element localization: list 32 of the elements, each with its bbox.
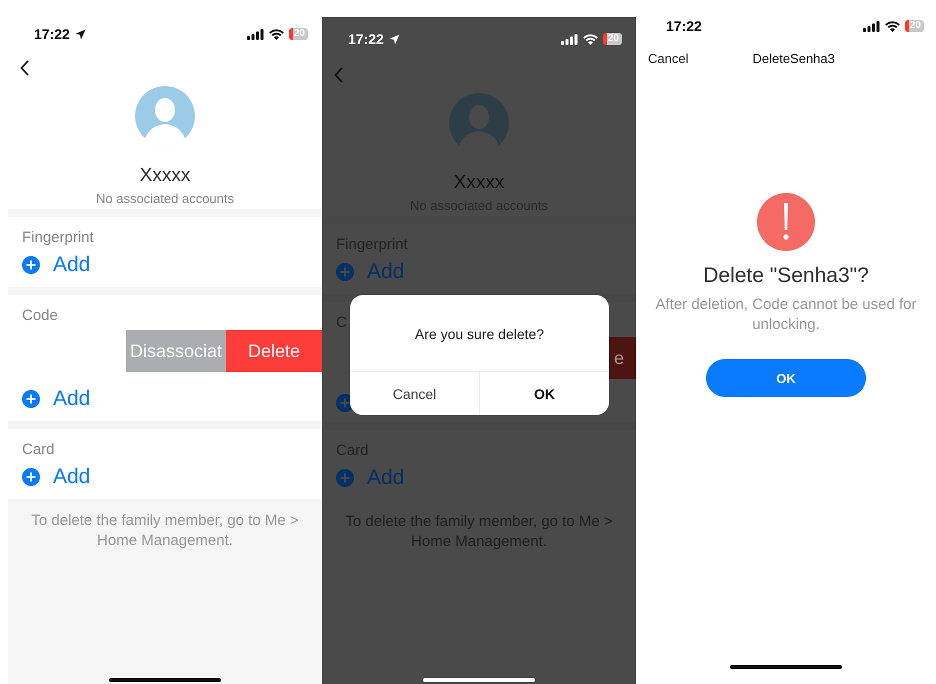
signal-icon [246, 28, 264, 40]
avatar-icon [135, 86, 195, 146]
member-name: Xxxxx [140, 165, 190, 187]
status-time: 17:22 [348, 31, 384, 47]
cancel-link[interactable]: Cancel [648, 50, 688, 66]
section-label: Card [22, 441, 56, 458]
add-link[interactable]: Add [53, 253, 90, 277]
member-name: Xxxxx [454, 172, 504, 194]
signal-icon [560, 34, 578, 44]
confirm-title: Delete "Senha3"? [703, 264, 869, 288]
section-label: Code [22, 307, 59, 324]
status-time: 17:22 [34, 26, 70, 42]
dialog-message: Are you sure delete? [414, 325, 546, 344]
hint-text: To delete the family member, go to Me > Home Management. [30, 511, 300, 551]
add-link[interactable]: Add [53, 465, 90, 489]
signal-icon [862, 20, 880, 32]
confirm-message: After deletion, Code cannot be used for unlocking. [654, 295, 918, 335]
wifi-icon [268, 28, 284, 40]
disassociate-action[interactable]: Disassociat [126, 330, 226, 372]
wifi-icon [582, 34, 598, 44]
avatar-icon [449, 93, 509, 153]
screen-title: DeleteSenha3 [752, 50, 835, 66]
warning-icon [757, 193, 815, 251]
member-subtitle: No associated accounts [96, 191, 234, 206]
add-link[interactable]: Add [53, 387, 90, 411]
status-time: 17:22 [666, 18, 702, 34]
section-label: Fingerprint [22, 229, 95, 246]
ok-button[interactable]: OK [706, 359, 866, 397]
back-icon[interactable] [20, 60, 30, 76]
delete-action[interactable]: Delete [226, 330, 322, 372]
ok-button[interactable]: OK [479, 372, 609, 415]
wifi-icon [884, 20, 900, 32]
